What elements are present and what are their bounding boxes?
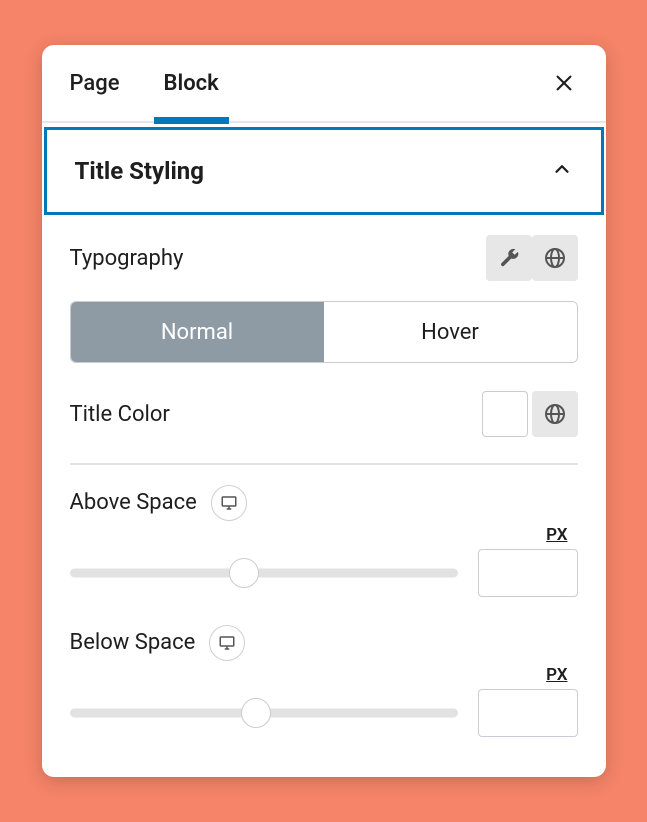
slider-thumb[interactable] [241,698,271,728]
globe-icon [543,402,567,426]
segment-hover[interactable]: Hover [324,302,577,362]
above-space-device-button[interactable] [211,485,247,521]
title-color-swatch[interactable] [482,391,528,437]
typography-tools [486,235,578,281]
chevron-up-icon [551,158,573,184]
section-body: Typography Normal Hover Title Color [42,215,606,777]
tabs: Page Block [42,45,606,123]
typography-label: Typography [70,246,184,271]
state-segmented: Normal Hover [70,301,578,363]
slider-thumb[interactable] [229,558,259,588]
desktop-icon [218,634,236,652]
typography-global-button[interactable] [532,235,578,281]
segment-normal[interactable]: Normal [71,302,324,362]
above-space-slider[interactable] [70,557,458,589]
tab-block[interactable]: Block [160,45,223,122]
above-space-unit[interactable]: PX [546,525,577,545]
title-color-global-button[interactable] [532,391,578,437]
section-title-styling[interactable]: Title Styling [44,127,604,215]
below-space-unit[interactable]: PX [546,665,577,685]
typography-settings-button[interactable] [486,235,532,281]
divider [70,463,578,465]
title-color-label: Title Color [70,402,170,427]
section-title-label: Title Styling [75,157,204,185]
tab-page[interactable]: Page [66,45,124,122]
settings-panel: Page Block Title Styling Typography Norm… [42,45,606,777]
globe-icon [543,246,567,270]
below-space-slider[interactable] [70,697,458,729]
below-space-label: Below Space [70,630,196,655]
slider-track [70,568,458,577]
desktop-icon [220,494,238,512]
close-button[interactable] [546,65,582,101]
title-color-row: Title Color [70,391,578,437]
typography-row: Typography [70,235,578,281]
below-space-input[interactable] [478,689,578,737]
above-space-label: Above Space [70,490,197,515]
above-space-input[interactable] [478,549,578,597]
below-space-device-button[interactable] [209,625,245,661]
below-space-control: Below Space PX [70,625,578,737]
wrench-icon [498,247,520,269]
close-icon [553,72,575,94]
above-space-control: Above Space PX [70,485,578,597]
